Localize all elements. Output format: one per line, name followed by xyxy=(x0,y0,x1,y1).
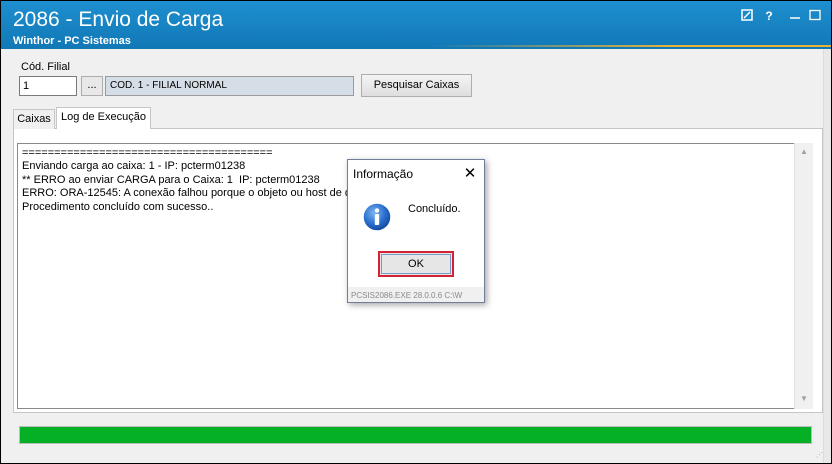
window-scrollbar[interactable] xyxy=(823,49,831,463)
progress-bar xyxy=(19,426,812,444)
title-separator xyxy=(431,45,831,47)
title-bar[interactable]: 2086 - Envio de Carga Winthor - PC Siste… xyxy=(1,1,831,49)
window-subtitle: Winthor - PC Sistemas xyxy=(13,35,131,47)
info-dialog: Informação ✕ Concluído. OK PCSIS2086.EXE… xyxy=(347,159,485,303)
main-window: 2086 - Envio de Carga Winthor - PC Siste… xyxy=(0,0,832,464)
dialog-body: Concluído. OK xyxy=(348,187,484,287)
help-button[interactable]: ? xyxy=(761,9,777,23)
tab-caixas[interactable]: Caixas xyxy=(13,109,55,129)
resize-grip-icon[interactable]: ⋰ xyxy=(816,451,828,461)
dialog-footer: PCSIS2086.EXE 28.0.0.6 C:\W xyxy=(351,291,463,300)
maximize-icon[interactable] xyxy=(807,9,823,23)
filial-lookup-button[interactable]: ... xyxy=(81,76,103,96)
ok-button-label: OK xyxy=(381,254,451,274)
dialog-message: Concluído. xyxy=(408,203,461,215)
filial-label: Cód. Filial xyxy=(21,61,70,73)
minimize-icon[interactable] xyxy=(787,9,803,23)
close-icon[interactable]: ✕ xyxy=(462,164,478,182)
info-icon xyxy=(362,202,392,232)
dialog-title: Informação xyxy=(353,167,414,181)
tab-log-execucao[interactable]: Log de Execução xyxy=(56,107,151,129)
scroll-up-icon[interactable]: ▲ xyxy=(795,144,813,160)
filial-description: COD. 1 - FILIAL NORMAL xyxy=(105,76,354,96)
log-scrollbar[interactable]: ▲ ▼ xyxy=(794,143,813,409)
dialog-title-bar[interactable]: Informação ✕ xyxy=(348,160,484,187)
ok-button[interactable]: OK xyxy=(378,251,454,277)
scroll-down-icon[interactable]: ▼ xyxy=(795,391,813,407)
filial-code-input[interactable] xyxy=(19,76,77,96)
progress-fill xyxy=(20,427,811,443)
window-title: 2086 - Envio de Carga xyxy=(13,8,224,31)
pesquisar-caixas-button[interactable]: Pesquisar Caixas xyxy=(361,74,472,97)
note-icon[interactable] xyxy=(739,9,755,23)
